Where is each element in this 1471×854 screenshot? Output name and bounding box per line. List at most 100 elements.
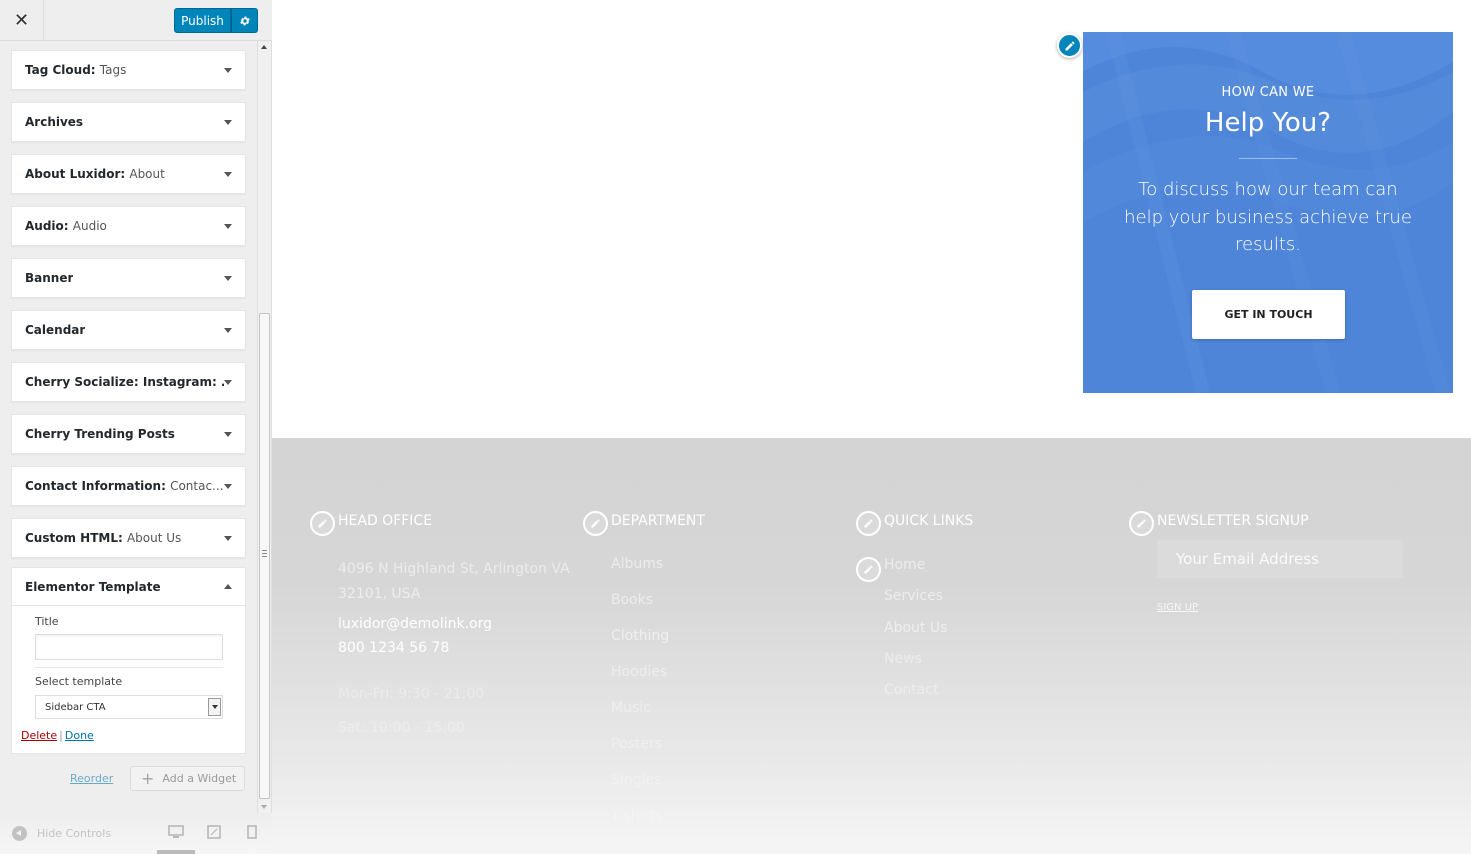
chevron-down-icon[interactable] — [224, 535, 232, 541]
tablet-icon[interactable] — [207, 825, 221, 839]
scroll-up-icon[interactable] — [261, 45, 267, 49]
department-link[interactable]: Books — [611, 592, 653, 608]
department-link[interactable]: Hoodies — [611, 664, 667, 680]
desktop-icon[interactable] — [168, 825, 184, 839]
cta-banner: HOW CAN WE Help You? To discuss how our … — [1083, 32, 1453, 393]
pencil-icon — [1065, 41, 1074, 50]
dropdown-arrow-icon[interactable] — [208, 698, 221, 716]
chevron-down-icon[interactable] — [224, 483, 232, 489]
widget-list: Tag Cloud: Tags Archives About Luxidor: … — [11, 50, 246, 570]
edit-shortcut-button[interactable] — [1057, 33, 1082, 58]
edit-shortcut-button[interactable] — [310, 511, 335, 536]
customizer-header: ✕ Publish — [0, 0, 272, 41]
footer-heading-newsletter: NEWSLETTER SIGNUP — [1157, 513, 1309, 529]
widget-type: Cherry Trending Posts — [25, 427, 175, 441]
widget-archives[interactable]: Archives — [11, 102, 246, 142]
quick-link[interactable]: About Us — [884, 620, 947, 636]
sidebar-scrollbar[interactable] — [257, 41, 271, 813]
edit-shortcut-button[interactable] — [583, 511, 608, 536]
email-link[interactable]: luxidor@demolink.org — [338, 616, 492, 632]
site-preview: HOW CAN WE Help You? To discuss how our … — [272, 0, 1471, 854]
hide-controls-button[interactable]: Hide Controls — [12, 826, 111, 841]
reorder-link[interactable]: Reorder — [70, 772, 113, 785]
widget-custom-html[interactable]: Custom HTML: About Us — [11, 518, 246, 558]
chevron-down-icon[interactable] — [224, 171, 232, 177]
title-input[interactable] — [35, 634, 223, 660]
mobile-icon[interactable] — [247, 825, 257, 839]
widget-elementor-template: Elementor Template Title Select template… — [11, 567, 246, 754]
scroll-down-icon[interactable] — [261, 805, 267, 809]
hours-line: Sat: 10:00 - 15:00 — [338, 720, 465, 736]
separator: | — [59, 729, 63, 742]
widget-banner[interactable]: Banner — [11, 258, 246, 298]
pencil-icon — [591, 519, 600, 528]
chevron-down-icon[interactable] — [224, 327, 232, 333]
email-placeholder: Your Email Address — [1176, 550, 1319, 568]
widget-contact-information[interactable]: Contact Information: Contac... — [11, 466, 246, 506]
widget-type: Custom HTML: — [25, 531, 123, 545]
department-link[interactable]: Posters — [611, 736, 662, 752]
widget-cherry-trending[interactable]: Cherry Trending Posts — [11, 414, 246, 454]
edit-menu-shortcut-button[interactable] — [856, 557, 881, 582]
widget-audio[interactable]: Audio: Audio — [11, 206, 246, 246]
chevron-down-icon[interactable] — [224, 223, 232, 229]
grip-icon — [262, 550, 267, 557]
template-select[interactable]: Sidebar CTA — [35, 695, 223, 719]
close-icon: ✕ — [13, 10, 30, 31]
widget-type: Banner — [25, 271, 74, 285]
chevron-down-icon[interactable] — [224, 431, 232, 437]
address-line: 32101, USA — [338, 586, 421, 602]
active-device-indicator — [157, 850, 195, 854]
chevron-down-icon[interactable] — [224, 275, 232, 281]
widget-type: Archives — [25, 115, 84, 129]
widget-header[interactable]: Elementor Template — [12, 568, 245, 606]
phone-link[interactable]: 800 1234 56 78 — [338, 640, 449, 656]
widget-type: Elementor Template — [25, 579, 161, 594]
widget-tag-cloud[interactable]: Tag Cloud: Tags — [11, 50, 246, 90]
widget-calendar[interactable]: Calendar — [11, 310, 246, 350]
widget-cherry-socialize[interactable]: Cherry Socialize: Instagram: ... — [11, 362, 246, 402]
department-link[interactable]: Singles — [611, 772, 661, 788]
department-link[interactable]: Clothing — [611, 628, 669, 644]
quick-link[interactable]: Contact — [884, 682, 938, 698]
cta-text: To discuss how our team can help your bu… — [1124, 179, 1412, 255]
delete-link[interactable]: Delete — [21, 729, 57, 742]
site-footer: HEAD OFFICE 4096 N Highland St, Arlingto… — [272, 438, 1471, 854]
chevron-down-icon[interactable] — [224, 67, 232, 73]
department-link[interactable]: T-shirts — [611, 808, 662, 824]
quick-link[interactable]: News — [884, 651, 922, 667]
chevron-down-icon[interactable] — [224, 119, 232, 125]
widget-type: About Luxidor: — [25, 167, 126, 181]
chevron-up-icon[interactable] — [224, 584, 232, 589]
publish-settings-button[interactable] — [231, 8, 258, 33]
quick-link[interactable]: Home — [884, 557, 925, 573]
department-link[interactable]: Albums — [611, 556, 663, 572]
hide-controls-label: Hide Controls — [37, 827, 112, 840]
footer-heading-head-office: HEAD OFFICE — [338, 513, 433, 529]
collapse-icon — [12, 826, 27, 841]
scroll-thumb[interactable] — [259, 313, 270, 799]
add-widget-button[interactable]: + Add a Widget — [130, 766, 245, 791]
department-link[interactable]: Music — [611, 700, 651, 716]
newsletter-email-input[interactable]: Your Email Address — [1157, 540, 1403, 578]
chevron-down-icon[interactable] — [224, 379, 232, 385]
hours-line: Mon-Fri: 9:30 - 21:00 — [338, 686, 485, 702]
sign-up-link[interactable]: SIGN UP — [1157, 602, 1198, 613]
done-link[interactable]: Done — [65, 729, 94, 742]
widget-title: Tags — [99, 63, 127, 77]
pencil-icon — [318, 519, 327, 528]
footer-heading-quick-links: QUICK LINKS — [884, 513, 974, 529]
widget-title: Contac... — [170, 479, 224, 493]
edit-shortcut-button[interactable] — [1129, 511, 1154, 536]
widget-type: Audio: — [25, 219, 69, 233]
publish-button[interactable]: Publish — [174, 8, 231, 33]
edit-shortcut-button[interactable] — [856, 511, 881, 536]
get-in-touch-button[interactable]: GET IN TOUCH — [1192, 290, 1345, 339]
cta-title: Help You? — [1204, 108, 1332, 138]
title-label: Title — [35, 615, 59, 628]
widget-about-luxidor[interactable]: About Luxidor: About — [11, 154, 246, 194]
pencil-icon — [864, 565, 873, 574]
quick-link[interactable]: Services — [884, 588, 943, 604]
close-customizer-button[interactable]: ✕ — [0, 0, 44, 41]
widget-actions: Delete | Done — [21, 729, 94, 742]
